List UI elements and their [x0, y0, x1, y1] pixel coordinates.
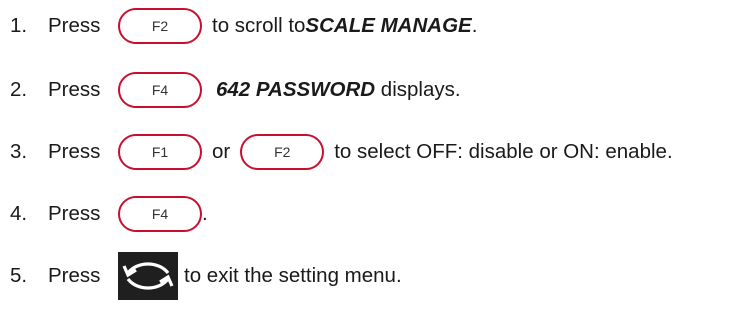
step-content: F2 to scroll to SCALE MANAGE .	[118, 8, 477, 44]
press-label: Press	[48, 78, 101, 101]
step-content: to exit the setting menu.	[118, 252, 402, 300]
step-content: F1 or F2 to select OFF: disable or ON: e…	[118, 134, 673, 170]
period-text: .	[202, 202, 208, 225]
menu-exit-arrows-icon	[122, 262, 174, 290]
step-content: F4 .	[118, 196, 208, 232]
step-number: 1.	[10, 14, 28, 37]
menu-name: 642 PASSWORD	[216, 78, 376, 101]
f1-key-button[interactable]: F1	[118, 134, 202, 170]
press-label: Press	[48, 202, 101, 225]
period-text: .	[471, 14, 478, 37]
f4-key-button[interactable]: F4	[118, 196, 202, 232]
instruction-text: to exit the setting menu.	[184, 264, 402, 287]
press-label: Press	[48, 14, 101, 37]
press-label: Press	[48, 264, 101, 287]
press-label: Press	[48, 140, 101, 163]
step-content: F4 642 PASSWORD displays.	[118, 72, 461, 108]
f4-key-button[interactable]: F4	[118, 72, 202, 108]
step-number: 3.	[10, 140, 28, 163]
instruction-text: to select OFF: disable or ON: enable.	[334, 140, 673, 163]
instruction-text: to scroll to	[212, 14, 306, 37]
step-number: 5.	[10, 264, 28, 287]
or-text: or	[212, 140, 231, 163]
step-number: 2.	[10, 78, 28, 101]
f2-key-button[interactable]: F2	[240, 134, 325, 170]
instruction-text: displays.	[375, 78, 461, 101]
menu-name: SCALE MANAGE	[305, 14, 472, 37]
f2-key-button[interactable]: F2	[118, 8, 202, 44]
menu-exit-button[interactable]	[118, 252, 178, 300]
step-number: 4.	[10, 202, 28, 225]
